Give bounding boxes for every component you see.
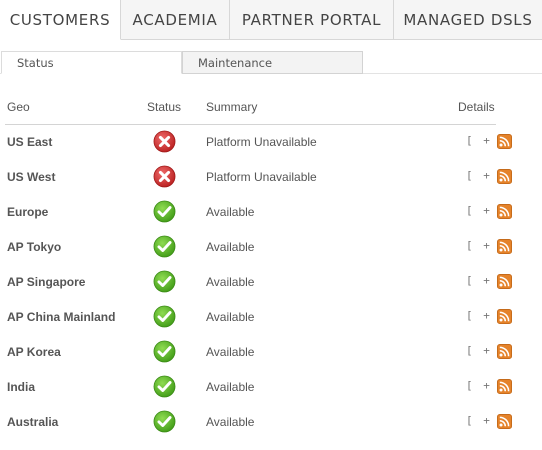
x-circle-icon [153,130,176,153]
table-row: India Available[ + ] [0,370,542,405]
tab-partner-portal[interactable]: PARTNER PORTAL [230,0,394,40]
check-circle-icon [153,305,176,328]
geo-label: US West [7,170,56,184]
table-row: Europe Available[ + ] [0,195,542,230]
status-panel: Status Maintenance Geo Status Summary De… [0,40,542,450]
table-row: US East Platform Unavailable[ + ] [0,125,542,160]
rss-feed-icon[interactable] [497,344,512,359]
check-circle-icon [153,340,176,363]
geo-label: US East [7,135,53,149]
status-summary: Available [206,310,255,324]
check-circle-icon [153,375,176,398]
subtab-maintenance[interactable]: Maintenance [182,51,363,74]
status-summary: Available [206,415,255,429]
geo-label: AP China Mainland [7,310,116,324]
check-circle-icon [153,235,176,258]
top-tab-bar: CUSTOMERS ACADEMIA PARTNER PORTAL MANAGE… [0,0,542,40]
rss-feed-icon[interactable] [497,274,512,289]
sub-tab-bar: Status Maintenance [0,51,542,74]
status-summary: Available [206,205,255,219]
check-circle-icon [153,410,176,433]
status-summary: Platform Unavailable [206,170,317,184]
geo-label: AP Singapore [7,275,86,289]
rss-feed-icon[interactable] [497,239,512,254]
geo-label: Europe [7,205,49,219]
table-row: Australia Available[ + ] [0,405,542,440]
tab-academia[interactable]: ACADEMIA [121,0,230,40]
geo-label: India [7,380,36,394]
geo-label: AP Korea [7,345,61,359]
geo-label: AP Tokyo [7,240,62,254]
x-circle-icon [153,165,176,188]
table-row: AP Tokyo Available[ + ] [0,230,542,265]
rss-feed-icon[interactable] [497,169,512,184]
status-summary: Platform Unavailable [206,135,317,149]
column-header-details: Details [458,100,495,114]
column-header-summary: Summary [206,100,258,114]
table-row: AP China Mainland Available[ + ] [0,300,542,335]
check-circle-icon [153,200,176,223]
rss-feed-icon[interactable] [497,414,512,429]
subtab-status[interactable]: Status [1,51,182,74]
rss-feed-icon[interactable] [497,134,512,149]
tab-managed-dsls[interactable]: MANAGED DSLS [394,0,542,40]
status-summary: Available [206,345,255,359]
column-header-status: Status [147,100,182,114]
column-header-geo: Geo [7,100,30,114]
tab-customers[interactable]: CUSTOMERS [0,0,121,40]
check-circle-icon [153,270,176,293]
table-row: US West Platform Unavailable[ + ] [0,160,542,195]
table-row: AP Korea Available[ + ] [0,335,542,370]
status-summary: Available [206,275,255,289]
rss-feed-icon[interactable] [497,309,512,324]
table-row: AP Singapore Available[ + ] [0,265,542,300]
status-summary: Available [206,240,255,254]
rss-feed-icon[interactable] [497,204,512,219]
status-summary: Available [206,380,255,394]
geo-label: Australia [7,415,59,429]
rss-feed-icon[interactable] [497,379,512,394]
